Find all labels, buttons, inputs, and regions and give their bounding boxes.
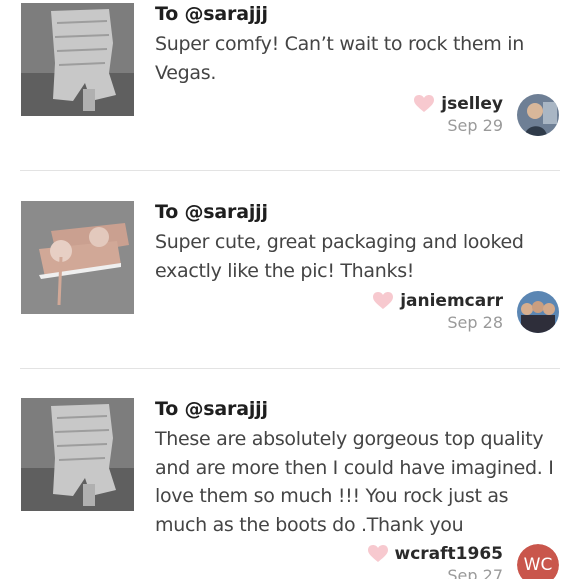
review-meta: janiemcarr Sep 28 [373, 291, 503, 332]
review-card: To @sarajjj Super comfy! Can’t wait to r… [0, 0, 580, 171]
user-avatar[interactable]: WC [517, 544, 559, 579]
heart-icon[interactable] [367, 545, 388, 563]
sneakers-image [21, 201, 134, 314]
product-photo-boot[interactable] [21, 398, 134, 511]
recipient-line: To @sarajjj [155, 3, 268, 25]
recipient-line: To @sarajjj [155, 398, 268, 420]
review-text: These are absolutely gorgeous top qualit… [155, 428, 554, 536]
review-text: Super cute, great packaging and looked e… [155, 231, 524, 282]
heart-icon[interactable] [414, 95, 435, 113]
review-date: Sep 29 [447, 116, 503, 135]
product-photo-boot[interactable] [21, 3, 134, 116]
avatar-initials: WC [517, 544, 559, 579]
user-row: jselley [414, 94, 503, 114]
user-row: janiemcarr [373, 291, 503, 311]
username-link[interactable]: wcraft1965 [395, 544, 503, 564]
product-photo-sneakers[interactable] [21, 201, 134, 314]
user-avatar[interactable] [517, 291, 559, 333]
user-avatar[interactable] [517, 94, 559, 136]
review-date: Sep 27 [447, 566, 503, 579]
username-link[interactable]: jselley [441, 94, 503, 114]
review-card: To @sarajjj Super cute, great packaging … [0, 171, 580, 369]
review-meta: jselley Sep 29 [414, 94, 503, 135]
boot-image [21, 3, 134, 116]
boot-image [21, 398, 134, 511]
review-date: Sep 28 [447, 313, 503, 332]
review-card: To @sarajjj These are absolutely gorgeou… [0, 368, 580, 579]
username-link[interactable]: janiemcarr [400, 291, 503, 311]
recipient-line: To @sarajjj [155, 201, 268, 223]
avatar-photo [517, 94, 559, 136]
review-meta: wcraft1965 Sep 27 [367, 544, 503, 579]
review-text: Super comfy! Can’t wait to rock them in … [155, 33, 524, 84]
user-row: wcraft1965 [367, 544, 503, 564]
heart-icon[interactable] [373, 292, 394, 310]
avatar-group-photo [517, 291, 559, 333]
